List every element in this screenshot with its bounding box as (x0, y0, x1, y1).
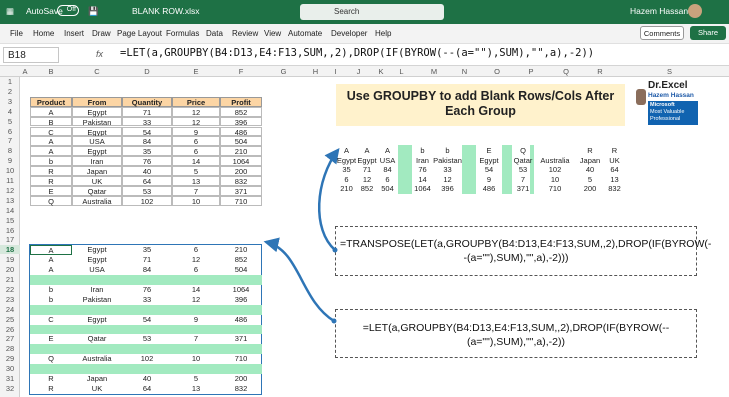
arrow-to-result (263, 237, 335, 323)
arrows (263, 148, 340, 324)
arrow-to-transposed (317, 148, 340, 251)
